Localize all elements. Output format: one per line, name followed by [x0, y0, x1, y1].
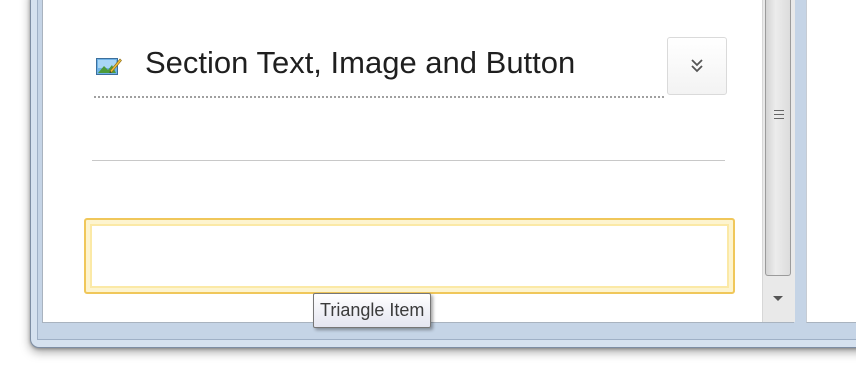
section-divider: [92, 160, 725, 161]
scroll-down-arrow-icon[interactable]: [773, 296, 783, 301]
section-header[interactable]: Section Text, Image and Button: [94, 40, 664, 98]
tooltip: Triangle Item: [313, 293, 432, 328]
double-chevron-down-icon: [691, 59, 703, 73]
text-image-section-icon: [96, 56, 122, 76]
scroll-thumb[interactable]: [765, 0, 791, 276]
collapse-section-button[interactable]: [667, 37, 727, 95]
section-title: Section Text, Image and Button: [145, 45, 576, 80]
triangle-item-field[interactable]: [84, 218, 735, 294]
grip-icon: [774, 110, 784, 122]
right-pane: [806, 0, 856, 323]
vertical-scrollbar[interactable]: [762, 0, 795, 322]
